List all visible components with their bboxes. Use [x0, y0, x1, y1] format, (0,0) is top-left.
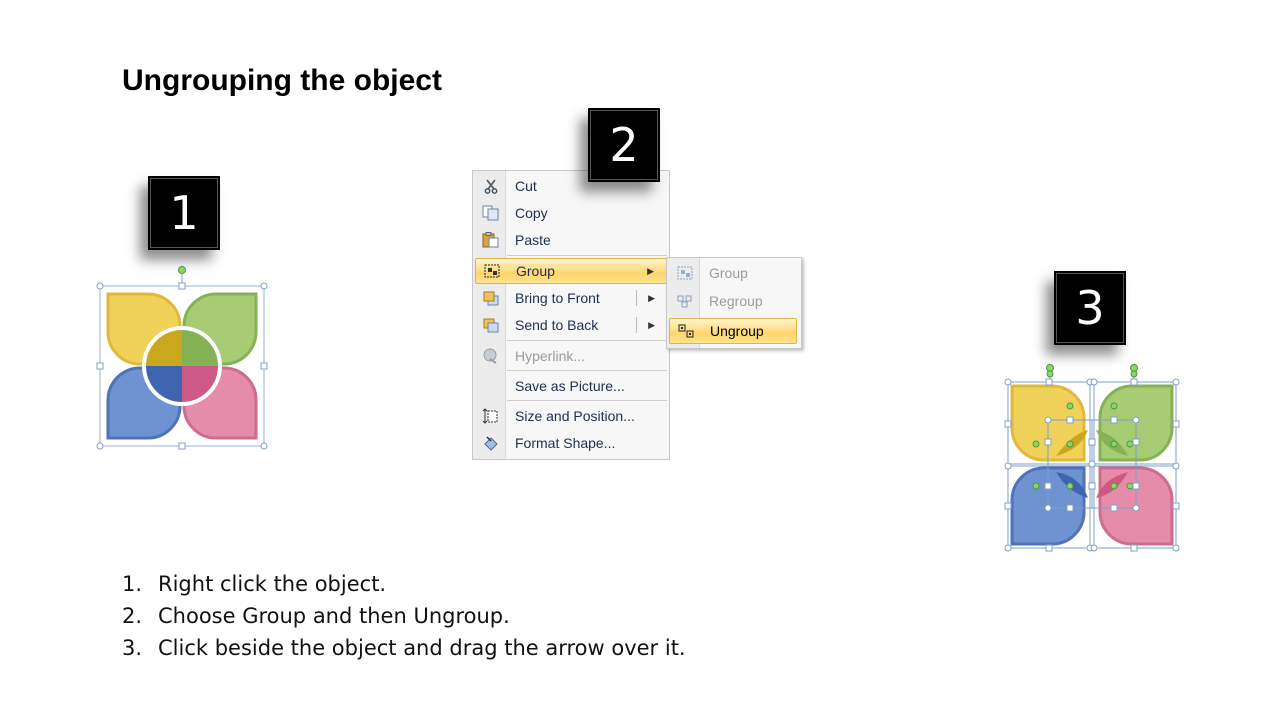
group-icon [671, 262, 699, 284]
menu-item-paste[interactable]: Paste [475, 227, 667, 253]
bring-to-front-icon [477, 287, 505, 309]
ungrouped-petal-shapes[interactable] [1004, 360, 1180, 552]
instruction-number: 1. [122, 572, 143, 596]
context-menu: Cut Copy Paste Group ▶ Bring to Front ▶ … [472, 170, 670, 460]
instruction-number: 2. [122, 604, 143, 628]
menu-item-copy[interactable]: Copy [475, 200, 667, 226]
format-shape-icon [477, 432, 505, 454]
menu-item-label: Paste [515, 232, 551, 248]
menu-item-save-as-picture[interactable]: Save as Picture... [475, 373, 667, 399]
submenu-arrow-icon: ▶ [647, 265, 654, 276]
regroup-icon [671, 290, 699, 312]
menu-item-format-shape[interactable]: Format Shape... [475, 430, 667, 456]
ungroup-icon [672, 320, 700, 342]
menu-item-label: Group [516, 263, 555, 279]
hyperlink-icon [477, 345, 505, 367]
menu-item-label: Send to Back [515, 317, 599, 333]
menu-item-label: Regroup [709, 293, 763, 309]
submenu-item-regroup[interactable]: Regroup [669, 288, 797, 314]
paste-icon [477, 229, 505, 251]
send-to-back-icon [477, 314, 505, 336]
menu-separator [507, 255, 667, 256]
submenu-arrow-icon: ▶ [648, 292, 655, 303]
size-position-icon [477, 405, 505, 427]
slide-title: Ungrouping the object [122, 64, 442, 97]
menu-item-label: Copy [515, 205, 548, 221]
menu-separator [507, 400, 667, 401]
instruction-item: 2. Choose Group and then Ungroup. [122, 600, 686, 632]
grouped-petal-shape[interactable] [96, 262, 272, 454]
instruction-text: Click beside the object and drag the arr… [158, 636, 686, 660]
instruction-item: 1. Right click the object. [122, 568, 686, 600]
menu-separator [507, 340, 667, 341]
menu-item-size-and-position[interactable]: Size and Position... [475, 403, 667, 429]
menu-item-bring-to-front[interactable]: Bring to Front ▶ [475, 285, 667, 311]
instructions-list: 1. Right click the object. 2. Choose Gro… [122, 568, 686, 664]
copy-icon [477, 202, 505, 224]
group-icon [478, 260, 506, 282]
menu-item-hyperlink[interactable]: Hyperlink... [475, 343, 667, 369]
instruction-text: Choose Group and then Ungroup. [158, 604, 510, 628]
menu-item-label: Ungroup [710, 323, 764, 339]
menu-item-label: Group [709, 265, 748, 281]
menu-item-label: Cut [515, 178, 537, 194]
submenu-item-group[interactable]: Group [669, 260, 797, 286]
menu-item-send-to-back[interactable]: Send to Back ▶ [475, 312, 667, 338]
menu-item-label: Hyperlink... [515, 348, 586, 364]
step-3-badge: 3 [1054, 271, 1126, 345]
menu-item-label: Format Shape... [515, 435, 616, 451]
menu-item-label: Bring to Front [515, 290, 600, 306]
group-submenu: Group Regroup Ungroup [666, 257, 802, 349]
scissors-icon [477, 175, 505, 197]
instruction-item: 3. Click beside the object and drag the … [122, 632, 686, 664]
step-1-badge: 1 [148, 176, 220, 250]
submenu-arrow-icon: ▶ [648, 319, 655, 330]
instruction-text: Right click the object. [158, 572, 387, 596]
menu-separator [507, 370, 667, 371]
menu-item-label: Size and Position... [515, 408, 635, 424]
menu-item-group[interactable]: Group ▶ [475, 258, 667, 284]
step-2-badge: 2 [588, 108, 660, 182]
instruction-number: 3. [122, 636, 143, 660]
submenu-item-ungroup[interactable]: Ungroup [669, 318, 797, 344]
menu-item-label: Save as Picture... [515, 378, 625, 394]
